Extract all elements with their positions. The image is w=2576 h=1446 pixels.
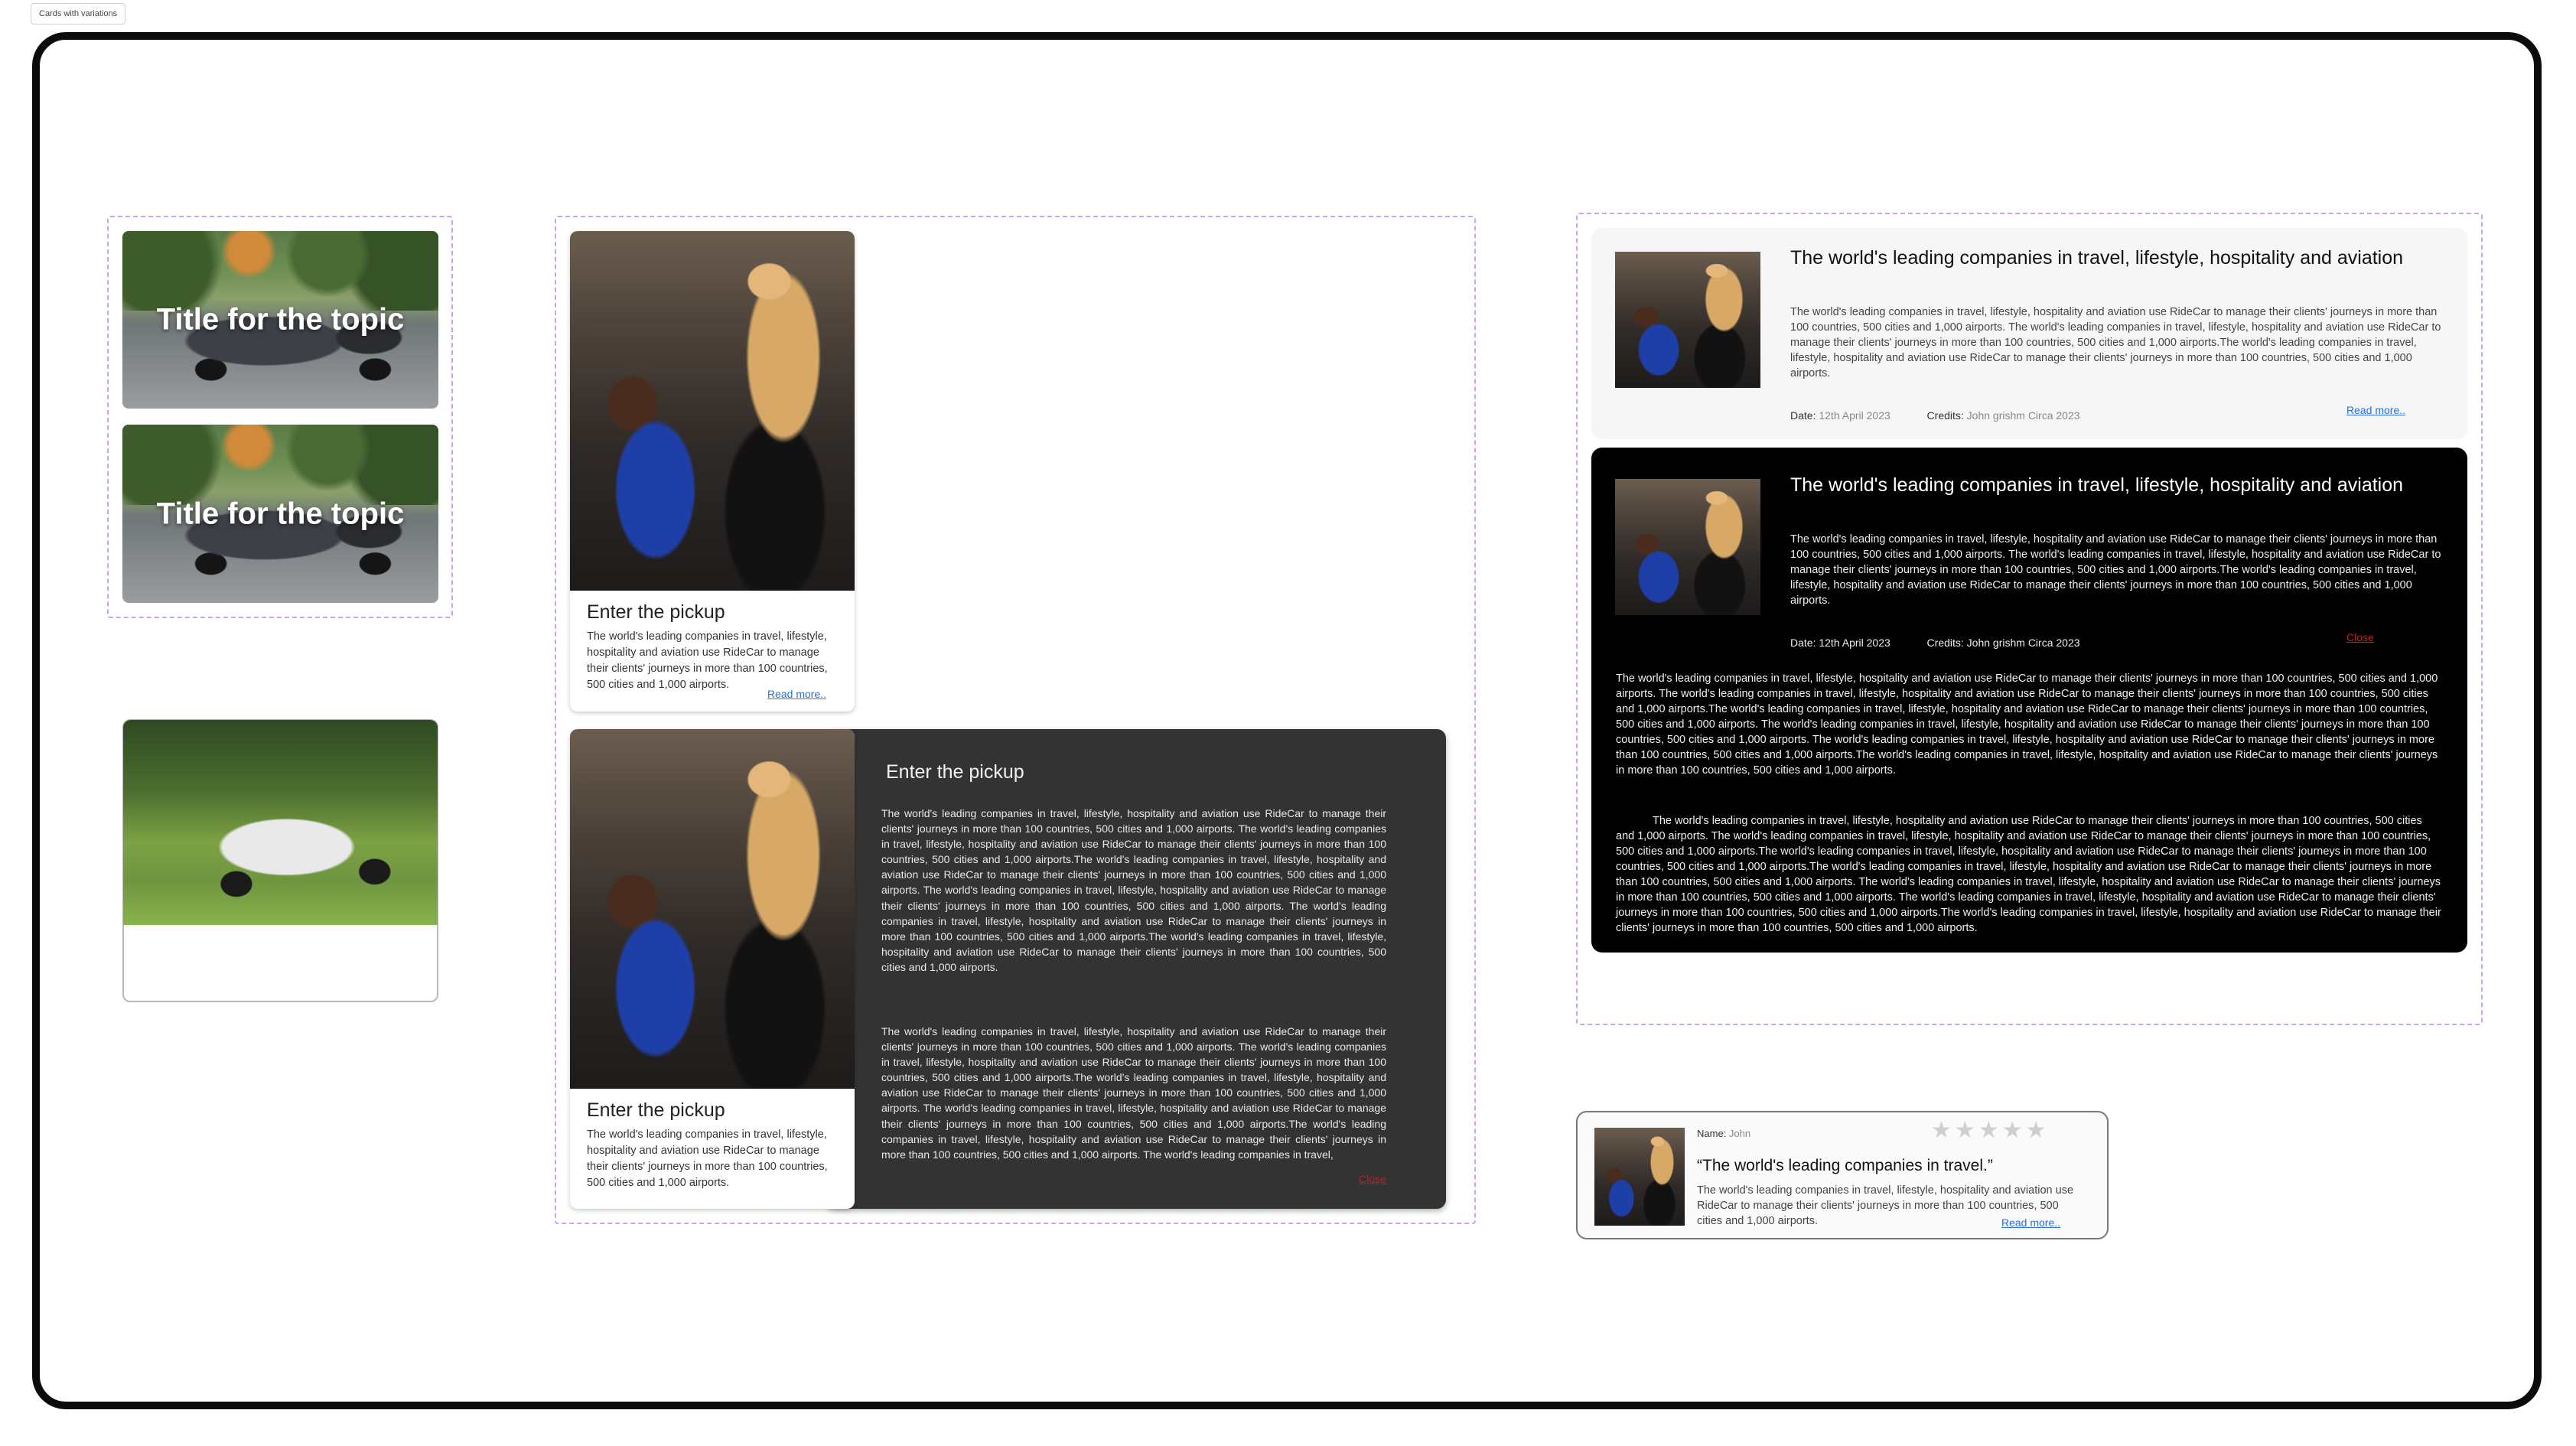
credits-value: John grishm Circa 2023 xyxy=(1966,409,2080,422)
testimonial-name: Name: John xyxy=(1697,1128,1750,1139)
star-icon[interactable]: ★ xyxy=(2002,1118,2023,1143)
article-long-paragraph-2: The world's leading companies in travel,… xyxy=(1616,815,2441,934)
star-icon[interactable]: ★ xyxy=(1978,1118,1999,1143)
testimonial-photo xyxy=(1594,1128,1685,1226)
article-title: The world's leading companies in travel,… xyxy=(1790,474,2404,496)
image-card-title: Title for the topic xyxy=(156,497,405,530)
close-link[interactable]: Close xyxy=(2346,631,2374,643)
article-meta: Date: 12th April 2023 Credits: John gris… xyxy=(1790,637,2080,649)
credits-label: Credits: xyxy=(1926,637,1964,649)
close-link[interactable]: Close xyxy=(1359,1173,1386,1185)
panel-paragraph-1: The world's leading companies in travel,… xyxy=(881,807,1386,973)
panel-title: Enter the pickup xyxy=(886,761,1024,783)
article-body: The world's leading companies in travel,… xyxy=(1790,533,2441,607)
read-more-link[interactable]: Read more.. xyxy=(767,688,826,700)
pickup-photo xyxy=(570,231,855,591)
pickup-card-body: The world's leading companies in travel,… xyxy=(587,630,828,691)
star-icon[interactable]: ★ xyxy=(1931,1118,1952,1143)
name-value: John xyxy=(1728,1128,1751,1139)
credits-value: John grishm Circa 2023 xyxy=(1966,637,2080,649)
date-label: Date: xyxy=(1790,637,1816,649)
credits-label: Credits: xyxy=(1926,409,1964,422)
article-photo xyxy=(1615,252,1760,388)
star-icon[interactable]: ★ xyxy=(2026,1118,2047,1143)
car-photo-1 xyxy=(122,231,438,311)
testimonial-quote: “The world's leading companies in travel… xyxy=(1697,1157,1993,1174)
pickup-card-expanded[interactable]: Enter the pickup The world's leading com… xyxy=(570,729,855,1209)
star-icon[interactable]: ★ xyxy=(1955,1118,1975,1143)
date-value: 12th April 2023 xyxy=(1819,409,1890,422)
pickup-detail-panel: Enter the pickup The world's leading com… xyxy=(826,729,1446,1209)
page-tag: Cards with variations xyxy=(31,3,126,24)
pickup-card-title: Enter the pickup xyxy=(587,601,725,623)
article-long-paragraph-1: The world's leading companies in travel,… xyxy=(1616,673,2438,777)
panel-paragraph-2: The world's leading companies in travel,… xyxy=(881,1025,1386,1161)
article-title: The world's leading companies in travel,… xyxy=(1790,247,2404,269)
image-card-title: Title for the topic xyxy=(156,302,405,337)
date-value: 12th April 2023 xyxy=(1819,637,1890,649)
article-photo xyxy=(1615,479,1760,615)
pickup-card[interactable]: Enter the pickup The world's leading com… xyxy=(570,231,855,712)
article-card-dark[interactable]: The world's leading companies in travel,… xyxy=(1591,448,2467,953)
pickup-photo xyxy=(570,729,855,1089)
star-rating[interactable]: ★ ★ ★ ★ ★ xyxy=(1931,1117,2050,1144)
read-more-link[interactable]: Read more.. xyxy=(2346,404,2405,416)
name-label: Name: xyxy=(1697,1128,1727,1139)
article-body: The world's leading companies in travel,… xyxy=(1790,306,2441,379)
testimonial-card[interactable]: Name: John ★ ★ ★ ★ ★ “The world's leading co… xyxy=(1576,1111,2109,1239)
article-card-light[interactable]: The world's leading companies in travel,… xyxy=(1591,228,2467,439)
read-more-link[interactable]: Read more.. xyxy=(2001,1216,2060,1229)
pickup-card-title: Enter the pickup xyxy=(587,1099,725,1121)
pickup-card-body: The world's leading companies in travel,… xyxy=(587,1128,828,1189)
car-photo-rolls xyxy=(123,720,438,925)
article-meta: Date: 12th April 2023 Credits: John gris… xyxy=(1790,409,2080,422)
image-card-2[interactable]: Title for the topic xyxy=(122,425,438,603)
date-label: Date: xyxy=(1790,409,1816,422)
car-photo-2 xyxy=(122,425,438,505)
image-card-1[interactable]: Title for the topic xyxy=(122,231,438,409)
